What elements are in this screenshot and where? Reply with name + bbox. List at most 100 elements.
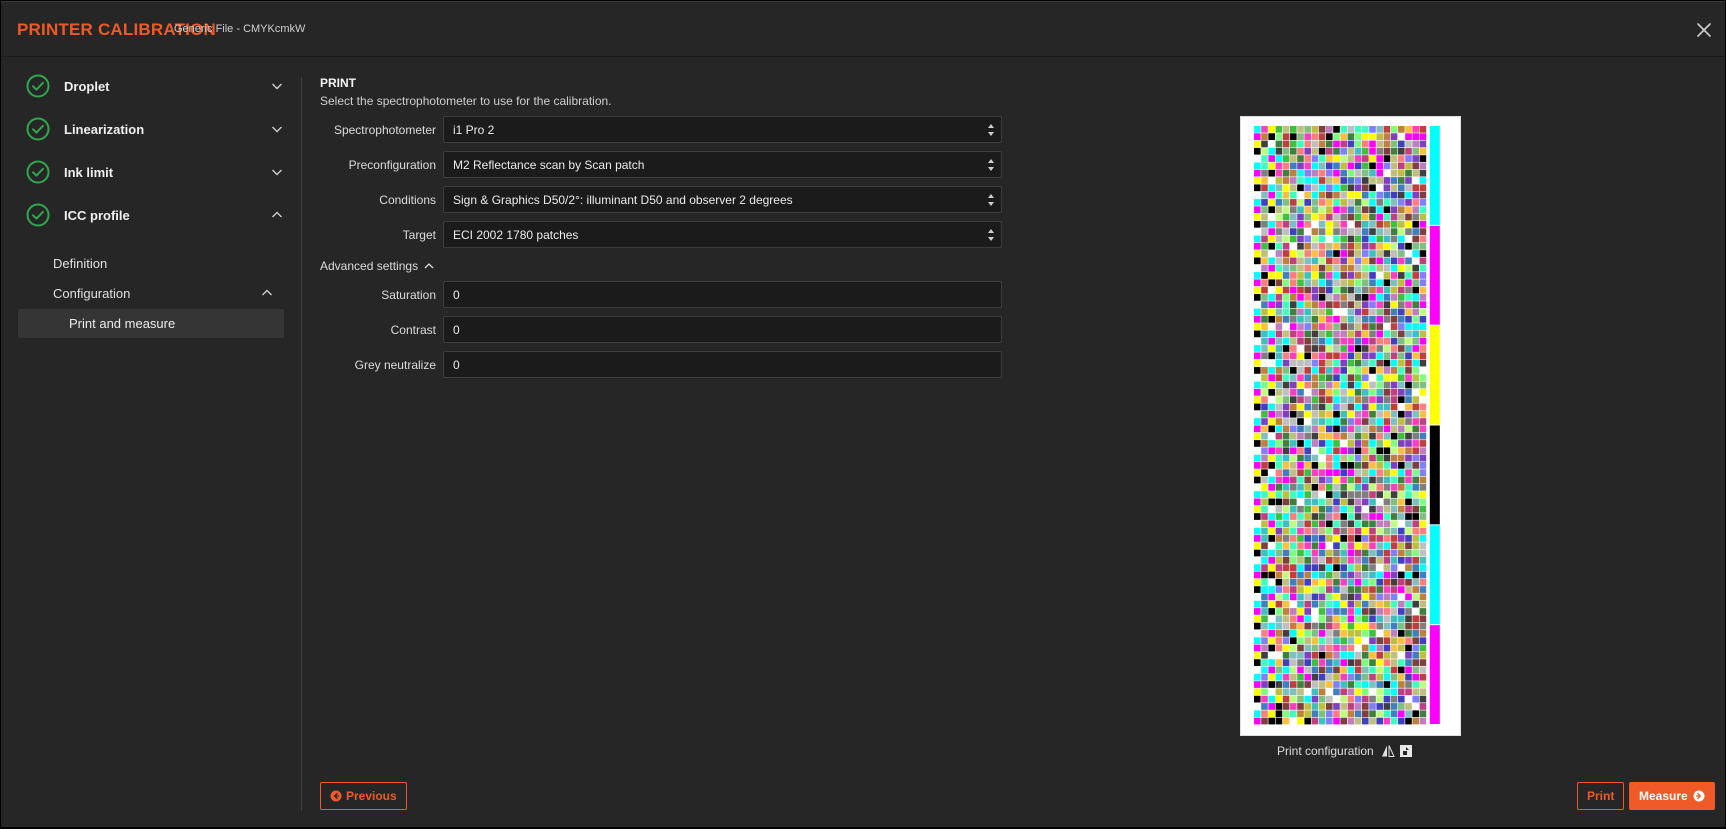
close-button[interactable] (1693, 19, 1715, 41)
color-patch (1398, 272, 1405, 279)
sidebar-step-droplet[interactable]: Droplet (26, 70, 284, 102)
color-patch (1326, 703, 1333, 710)
color-patch (1419, 651, 1427, 659)
color-patch (1369, 301, 1376, 309)
color-patch (1282, 710, 1290, 718)
color-patch (1261, 199, 1268, 206)
color-patch (1362, 410, 1369, 418)
spectrophotometer-select[interactable]: i1 Pro 2 (443, 116, 1002, 143)
color-patch (1290, 133, 1297, 140)
color-patch (1362, 556, 1369, 564)
color-patch (1340, 177, 1347, 184)
color-patch (1282, 440, 1290, 447)
color-patch (1340, 352, 1347, 360)
chevron-up-icon[interactable] (260, 286, 274, 300)
color-patch (1254, 206, 1261, 214)
color-patch (1297, 418, 1304, 425)
target-select[interactable]: ECI 2002 1780 patches (443, 221, 1002, 248)
preconfiguration-select[interactable]: M2 Reflectance scan by Scan patch (443, 151, 1002, 178)
conditions-select[interactable]: Sign & Graphics D50/2°: illuminant D50 a… (443, 186, 1002, 213)
previous-button-label: Previous (346, 789, 397, 803)
color-patch (1275, 586, 1283, 593)
color-patch (1354, 184, 1362, 192)
color-patch (1311, 535, 1319, 542)
color-patch (1275, 462, 1283, 469)
color-patch (1405, 337, 1412, 345)
color-patch (1354, 140, 1362, 148)
color-patch (1354, 447, 1362, 455)
color-patch (1290, 578, 1297, 586)
color-patch (1405, 264, 1412, 272)
advanced-settings-toggle[interactable]: Advanced settings (320, 259, 435, 273)
color-patch (1275, 199, 1283, 206)
chevron-up-icon (272, 211, 282, 218)
previous-button[interactable]: Previous (320, 782, 407, 810)
color-patch (1412, 615, 1419, 623)
print-button[interactable]: Print (1577, 782, 1625, 810)
sidebar-step-linearization[interactable]: Linearization (26, 113, 284, 145)
color-patch (1347, 622, 1355, 630)
color-patch (1333, 352, 1340, 360)
print-settings-icon[interactable] (1399, 744, 1413, 758)
sidebar-step-ink-limit[interactable]: Ink limit (26, 156, 284, 188)
color-patch (1383, 374, 1391, 382)
color-patch (1390, 367, 1398, 374)
color-patch (1383, 294, 1391, 301)
color-patch (1362, 374, 1369, 382)
color-patch (1419, 206, 1427, 214)
measure-button[interactable]: Measure (1629, 782, 1715, 810)
contrast-input[interactable]: 0 (443, 316, 1002, 343)
color-patch (1333, 374, 1340, 382)
color-patch (1340, 126, 1347, 133)
sidebar-step-icc-profile[interactable]: ICC profile (26, 199, 284, 231)
grey-neutralize-input[interactable]: 0 (443, 351, 1002, 378)
sidebar-substep-configuration[interactable]: Configuration (53, 286, 130, 301)
color-patch (1354, 659, 1362, 666)
color-patch (1340, 630, 1347, 637)
color-patch (1405, 681, 1412, 688)
color-patch (1282, 688, 1290, 696)
color-patch (1369, 556, 1376, 564)
color-patch (1369, 717, 1376, 725)
sidebar-item-label: Print and measure (69, 316, 176, 331)
color-patch (1254, 462, 1261, 469)
saturation-input[interactable]: 0 (443, 281, 1002, 308)
color-patch (1354, 213, 1362, 221)
flip-horizontal-icon[interactable] (1381, 744, 1395, 758)
color-patch (1297, 630, 1304, 637)
color-patch (1304, 483, 1311, 491)
color-patch (1419, 659, 1427, 666)
color-patch (1362, 147, 1369, 155)
color-patch (1405, 177, 1412, 184)
color-patch (1340, 425, 1347, 433)
sidebar-substep-definition[interactable]: Definition (53, 256, 107, 271)
color-patch (1419, 608, 1427, 615)
color-patch (1390, 308, 1398, 316)
color-patch (1318, 717, 1326, 725)
color-patch (1354, 578, 1362, 586)
color-patch (1282, 703, 1290, 710)
color-patch (1405, 644, 1412, 652)
color-patch (1261, 462, 1268, 469)
color-patch (1311, 250, 1319, 257)
color-patch (1326, 710, 1333, 718)
color-patch (1347, 593, 1355, 601)
color-patch (1297, 659, 1304, 666)
color-patch (1326, 454, 1333, 462)
color-patch (1376, 513, 1383, 520)
color-patch (1362, 695, 1369, 703)
sidebar-item-print-and-measure[interactable]: Print and measure (18, 309, 284, 338)
color-patch (1383, 673, 1391, 681)
color-patch (1383, 542, 1391, 550)
color-patch (1254, 228, 1261, 235)
color-patch (1347, 308, 1355, 316)
color-patch (1326, 418, 1333, 425)
color-patch (1390, 447, 1398, 455)
color-patch (1290, 527, 1297, 535)
color-patch (1347, 440, 1355, 447)
color-patch (1318, 593, 1326, 601)
color-patch (1268, 403, 1275, 411)
color-patch (1290, 542, 1297, 550)
color-patch (1326, 294, 1333, 301)
color-patch (1412, 498, 1419, 506)
